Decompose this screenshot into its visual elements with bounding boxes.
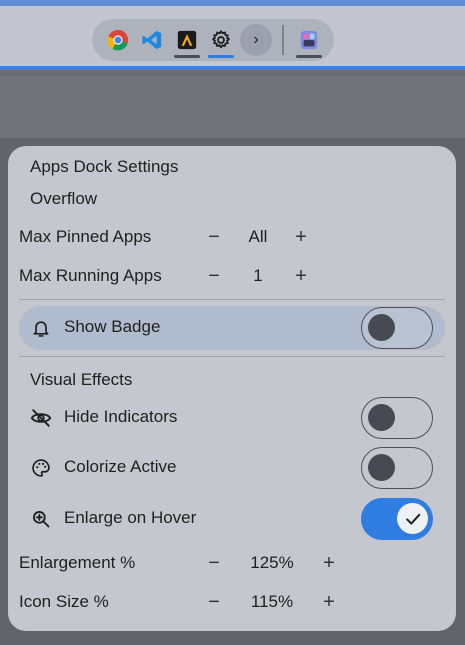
icon-size-increase-button[interactable]: +: [317, 590, 341, 614]
dock-app-settings[interactable]: [206, 25, 236, 58]
terminal-app-icon: [177, 30, 197, 50]
top-bar: ›: [0, 0, 465, 70]
toggle-knob: [368, 314, 395, 341]
max-running-apps-decrease-button[interactable]: −: [202, 264, 226, 288]
visual-effects-section-title: Visual Effects: [30, 370, 133, 389]
show-badge-toggle[interactable]: [361, 307, 433, 349]
colorize-active-toggle[interactable]: [361, 447, 433, 489]
eye-off-icon: [29, 406, 53, 430]
dock-app-chrome[interactable]: [103, 25, 133, 55]
max-pinned-apps-value: All: [248, 227, 268, 246]
toggle-knob: [368, 404, 395, 431]
enlargement-decrease-button[interactable]: −: [202, 551, 226, 575]
bell-icon: [29, 316, 53, 340]
icon-size-value: 115%: [250, 592, 294, 611]
hide-indicators-label: Hide Indicators: [64, 407, 178, 426]
enlargement-increase-button[interactable]: +: [317, 551, 341, 575]
dock-app-launcher[interactable]: [294, 25, 324, 58]
chrome-icon: [107, 29, 129, 51]
dock-separator: [282, 25, 284, 55]
dock-app-vscode[interactable]: [137, 25, 167, 55]
background-band: [0, 76, 465, 138]
max-running-apps-value: 1: [253, 266, 263, 285]
app-launcher-icon: [300, 30, 318, 50]
colorize-active-label: Colorize Active: [64, 457, 177, 476]
max-running-apps-increase-button[interactable]: +: [289, 264, 313, 288]
toggle-knob: [397, 503, 428, 534]
enlargement-label: Enlargement %: [19, 553, 136, 572]
divider: [19, 356, 445, 357]
zoom-in-icon: [29, 507, 53, 531]
enlarge-on-hover-row[interactable]: Enlarge on Hover: [19, 497, 445, 541]
check-icon: [405, 513, 420, 525]
toggle-knob: [368, 454, 395, 481]
apps-dock: ›: [92, 19, 334, 61]
icon-size-decrease-button[interactable]: −: [202, 590, 226, 614]
hide-indicators-row[interactable]: Hide Indicators: [19, 396, 445, 440]
enlargement-value: 125%: [250, 553, 294, 572]
max-pinned-apps-label: Max Pinned Apps: [19, 227, 152, 246]
max-running-apps-label: Max Running Apps: [19, 266, 162, 285]
dock-overflow-button[interactable]: ›: [240, 24, 272, 56]
panel-title: Apps Dock Settings: [30, 157, 179, 176]
enlarge-on-hover-label: Enlarge on Hover: [64, 508, 197, 527]
icon-size-label: Icon Size %: [19, 592, 109, 611]
palette-icon: [29, 456, 53, 480]
colorize-active-row[interactable]: Colorize Active: [19, 446, 445, 490]
enlarge-on-hover-toggle[interactable]: [361, 498, 433, 540]
hide-indicators-toggle[interactable]: [361, 397, 433, 439]
chevron-right-icon: ›: [253, 31, 259, 48]
vscode-icon: [142, 30, 162, 50]
max-pinned-apps-increase-button[interactable]: +: [289, 225, 313, 249]
dock-app-terminal[interactable]: [172, 25, 202, 58]
show-badge-row[interactable]: Show Badge: [19, 306, 445, 350]
show-badge-label: Show Badge: [64, 317, 161, 336]
max-pinned-apps-decrease-button[interactable]: −: [202, 225, 226, 249]
overflow-section-title: Overflow: [30, 189, 98, 208]
divider: [19, 299, 445, 300]
apps-dock-settings-panel: Apps Dock Settings Overflow Max Pinned A…: [8, 146, 456, 631]
gear-icon: [212, 30, 230, 49]
